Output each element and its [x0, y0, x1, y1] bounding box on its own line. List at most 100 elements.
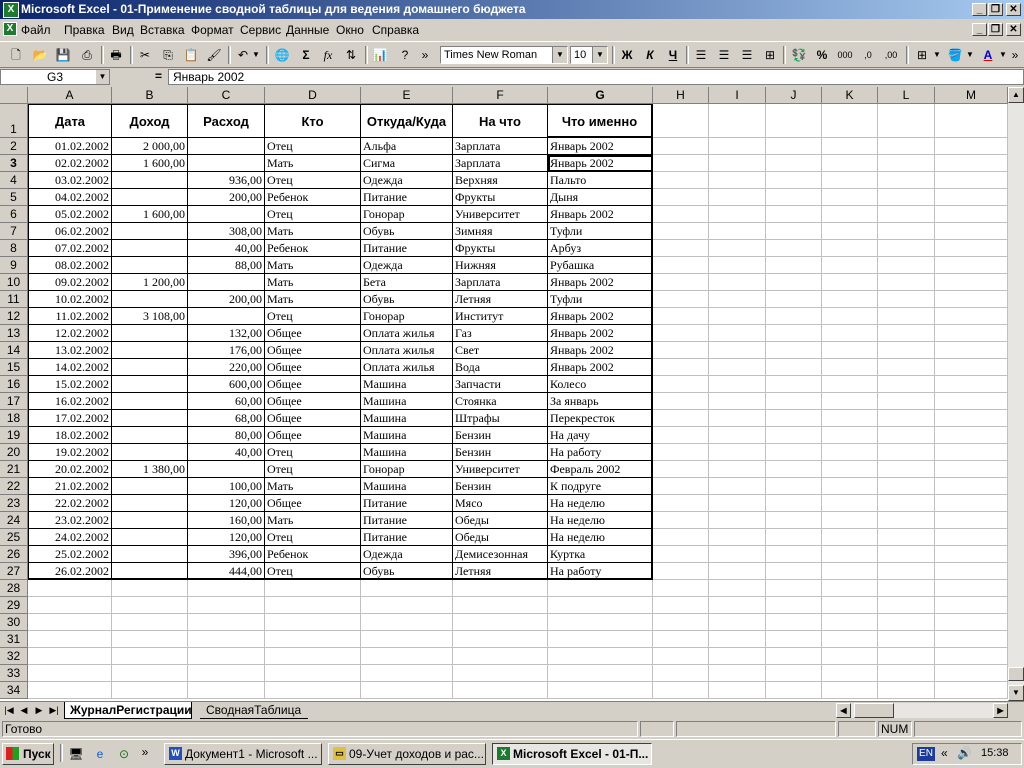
column-header-b[interactable]: B	[112, 87, 188, 104]
empty-cell[interactable]	[112, 614, 188, 631]
empty-cell[interactable]	[822, 138, 878, 155]
empty-cell[interactable]	[935, 648, 1008, 665]
table-cell[interactable]: Январь 2002	[548, 308, 653, 325]
empty-cell[interactable]	[653, 155, 709, 172]
empty-cell[interactable]	[653, 104, 709, 138]
empty-cell[interactable]	[822, 189, 878, 206]
table-cell[interactable]: Январь 2002	[548, 342, 653, 359]
thousands-separator-button[interactable]: 000	[835, 46, 855, 64]
table-cell[interactable]: Отец	[265, 206, 361, 223]
empty-cell[interactable]	[709, 393, 766, 410]
table-cell[interactable]: 13.02.2002	[28, 342, 112, 359]
row-header[interactable]: 1	[0, 104, 28, 138]
empty-cell[interactable]	[822, 563, 878, 580]
table-cell[interactable]: Университет	[453, 206, 548, 223]
format-painter-icon[interactable]: 🖌	[204, 46, 224, 64]
table-cell[interactable]: Обеды	[453, 512, 548, 529]
table-cell[interactable]: Машина	[361, 427, 453, 444]
empty-cell[interactable]	[878, 512, 935, 529]
empty-cell[interactable]	[28, 648, 112, 665]
row-header[interactable]: 15	[0, 359, 28, 376]
empty-cell[interactable]	[822, 393, 878, 410]
table-cell[interactable]: 06.02.2002	[28, 223, 112, 240]
empty-cell[interactable]	[653, 274, 709, 291]
empty-cell[interactable]	[653, 376, 709, 393]
table-cell[interactable]: 04.02.2002	[28, 189, 112, 206]
table-cell[interactable]: 19.02.2002	[28, 444, 112, 461]
copy-icon[interactable]: ⎘	[158, 46, 178, 64]
table-cell[interactable]: Отец	[265, 138, 361, 155]
empty-cell[interactable]	[878, 648, 935, 665]
table-cell[interactable]: Университет	[453, 461, 548, 478]
table-cell[interactable]: Отец	[265, 563, 361, 580]
table-cell[interactable]: Общее	[265, 495, 361, 512]
empty-cell[interactable]	[709, 427, 766, 444]
empty-cell[interactable]	[878, 410, 935, 427]
doc-minimize-button[interactable]: _	[972, 23, 987, 36]
table-cell[interactable]: Машина	[361, 393, 453, 410]
hyperlink-icon[interactable]: 🌐	[272, 46, 292, 64]
empty-cell[interactable]	[878, 189, 935, 206]
empty-cell[interactable]	[935, 104, 1008, 138]
empty-cell[interactable]	[709, 240, 766, 257]
tray-expand[interactable]: «	[941, 746, 948, 760]
table-cell[interactable]: 160,00	[188, 512, 265, 529]
table-cell[interactable]: 15.02.2002	[28, 376, 112, 393]
table-cell[interactable]: Гонорар	[361, 461, 453, 478]
empty-cell[interactable]	[766, 444, 822, 461]
empty-cell[interactable]	[935, 614, 1008, 631]
table-cell[interactable]: Отец	[265, 308, 361, 325]
column-header-m[interactable]: M	[935, 87, 1008, 104]
table-cell[interactable]: 18.02.2002	[28, 427, 112, 444]
table-cell[interactable]: Бета	[361, 274, 453, 291]
table-cell[interactable]	[188, 308, 265, 325]
empty-cell[interactable]	[453, 682, 548, 699]
active-cell-g3[interactable]: Январь 2002	[548, 155, 653, 172]
empty-cell[interactable]	[709, 155, 766, 172]
select-all-corner[interactable]	[0, 87, 28, 104]
empty-cell[interactable]	[265, 580, 361, 597]
empty-cell[interactable]	[188, 597, 265, 614]
table-cell[interactable]: Газ	[453, 325, 548, 342]
formula-input[interactable]: Январь 2002	[168, 69, 1024, 85]
empty-cell[interactable]	[766, 461, 822, 478]
empty-cell[interactable]	[709, 359, 766, 376]
table-cell[interactable]: Мать	[265, 223, 361, 240]
empty-cell[interactable]	[766, 308, 822, 325]
scroll-left-icon[interactable]: ◀	[836, 703, 851, 718]
empty-cell[interactable]	[766, 546, 822, 563]
empty-cell[interactable]	[453, 665, 548, 682]
table-cell[interactable]	[112, 240, 188, 257]
table-cell[interactable]: Питание	[361, 495, 453, 512]
empty-cell[interactable]	[935, 495, 1008, 512]
empty-cell[interactable]	[766, 563, 822, 580]
column-header-f[interactable]: F	[453, 87, 548, 104]
decrease-decimal-icon[interactable]: ,00	[881, 46, 901, 64]
empty-cell[interactable]	[112, 580, 188, 597]
empty-cell[interactable]	[822, 325, 878, 342]
align-left-icon[interactable]: ☰	[691, 46, 711, 64]
table-cell[interactable]: Демисезонная	[453, 546, 548, 563]
empty-cell[interactable]	[766, 206, 822, 223]
row-header[interactable]: 26	[0, 546, 28, 563]
empty-cell[interactable]	[361, 648, 453, 665]
table-cell[interactable]	[112, 393, 188, 410]
table-cell[interactable]: 220,00	[188, 359, 265, 376]
empty-cell[interactable]	[935, 546, 1008, 563]
chevron-down-icon[interactable]: ▼	[96, 70, 109, 84]
table-cell[interactable]	[112, 410, 188, 427]
empty-cell[interactable]	[112, 665, 188, 682]
empty-cell[interactable]	[766, 376, 822, 393]
row-header[interactable]: 11	[0, 291, 28, 308]
empty-cell[interactable]	[709, 138, 766, 155]
empty-cell[interactable]	[822, 240, 878, 257]
empty-cell[interactable]	[709, 376, 766, 393]
row-header[interactable]: 34	[0, 682, 28, 699]
table-cell[interactable]: 17.02.2002	[28, 410, 112, 427]
show-desktop-icon[interactable]: 🖥	[66, 745, 86, 763]
undo-dropdown-icon[interactable]: ▼	[251, 46, 261, 64]
empty-cell[interactable]	[28, 631, 112, 648]
table-cell[interactable]: За январь	[548, 393, 653, 410]
empty-cell[interactable]	[112, 631, 188, 648]
table-cell[interactable]: Машина	[361, 410, 453, 427]
